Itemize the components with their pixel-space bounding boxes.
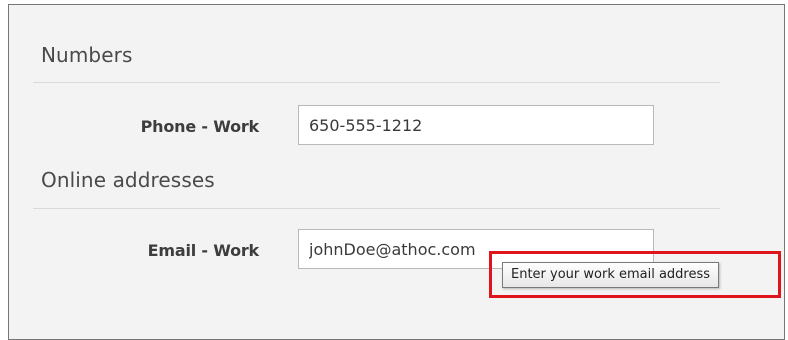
email-work-label: Email - Work	[147, 241, 260, 260]
online-addresses-section-title: Online addresses	[41, 168, 215, 192]
email-tooltip: Enter your work email address	[502, 262, 720, 288]
numbers-section-title: Numbers	[41, 43, 133, 67]
numbers-divider	[33, 82, 720, 83]
phone-work-input[interactable]	[298, 105, 654, 145]
online-addresses-divider	[33, 208, 720, 209]
phone-work-label: Phone - Work	[140, 117, 260, 136]
